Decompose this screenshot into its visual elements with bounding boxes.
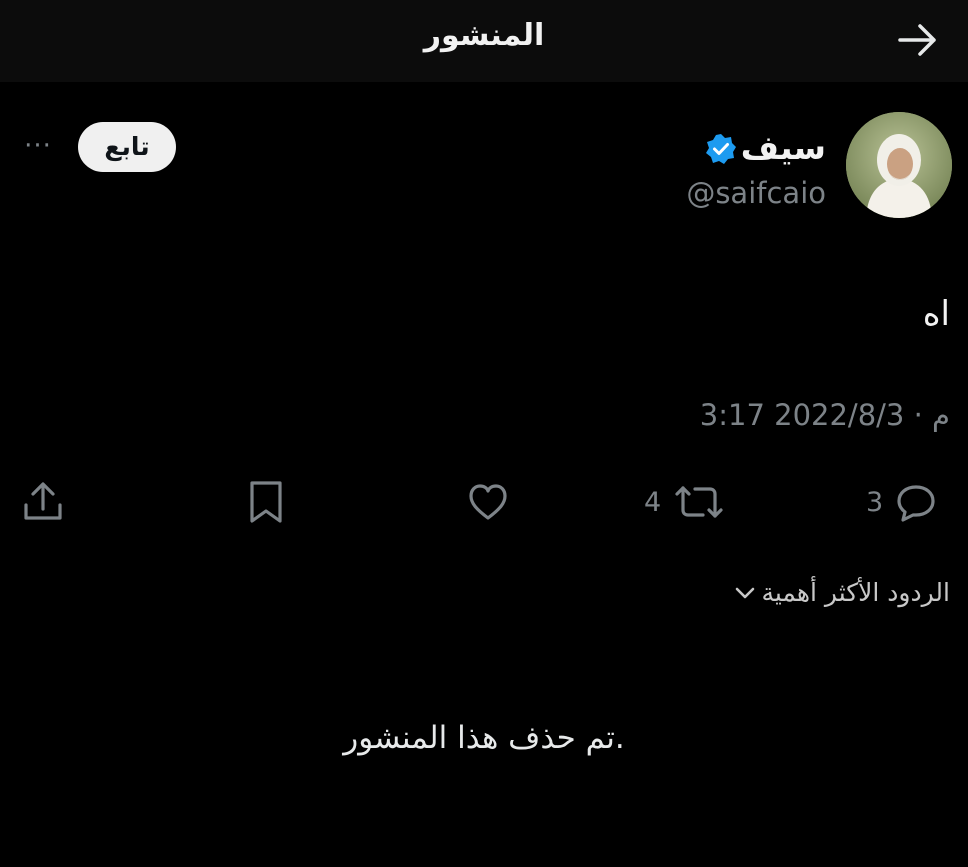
reply-count: 3 bbox=[866, 486, 884, 518]
deleted-post-notice: تم حذف هذا المنشور. bbox=[343, 720, 625, 756]
replies-sort-dropdown[interactable]: الردود الأكثر أهمية bbox=[733, 578, 950, 607]
like-icon bbox=[469, 484, 507, 520]
post-text: اه bbox=[922, 294, 950, 334]
top-bar: المنشور bbox=[0, 0, 968, 82]
author-name[interactable]: سيف bbox=[741, 128, 826, 167]
author-handle[interactable]: @saifcaio bbox=[686, 176, 826, 210]
back-button[interactable] bbox=[896, 20, 940, 60]
chevron-down-icon bbox=[736, 587, 755, 598]
like-button[interactable] bbox=[466, 480, 510, 524]
replies-sort-label: الردود الأكثر أهمية bbox=[761, 578, 950, 607]
reply-button[interactable]: 3 bbox=[866, 480, 939, 524]
avatar[interactable] bbox=[846, 112, 952, 218]
follow-button[interactable]: تابع bbox=[78, 122, 176, 172]
post-timestamp[interactable]: 3:17 م · 2022/8/3 bbox=[700, 398, 950, 432]
avatar-image bbox=[846, 112, 952, 218]
verified-badge-icon bbox=[704, 132, 738, 166]
bookmark-button[interactable] bbox=[246, 480, 286, 524]
retweet-button[interactable]: 4 bbox=[644, 480, 727, 524]
reply-icon bbox=[897, 485, 935, 522]
bookmark-icon bbox=[250, 481, 282, 523]
retweet-count: 4 bbox=[644, 486, 662, 518]
page-title: المنشور bbox=[423, 18, 545, 53]
share-icon bbox=[24, 482, 62, 520]
retweet-icon bbox=[675, 486, 723, 518]
arrow-right-icon bbox=[898, 24, 936, 56]
more-options-button[interactable]: ··· bbox=[18, 128, 58, 164]
share-button[interactable] bbox=[20, 480, 66, 524]
